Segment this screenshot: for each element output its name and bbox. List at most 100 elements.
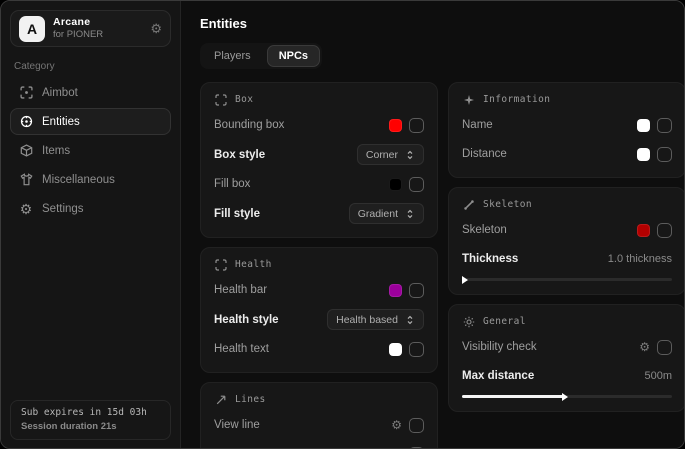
- option-label: Box style: [214, 149, 265, 161]
- checkbox[interactable]: [409, 283, 424, 298]
- sidebar: A Arcane for PIONER ⚙ Category Aimbot: [1, 1, 181, 448]
- option-row-fill-box: Fill box: [214, 174, 424, 194]
- option-label: View line: [214, 419, 260, 431]
- sub-expiry-text: Sub expires in 15d 03h: [21, 407, 160, 418]
- dropdown-value: Gradient: [358, 208, 398, 220]
- slider-thumb[interactable]: [462, 276, 468, 284]
- checkbox[interactable]: [657, 340, 672, 355]
- sidebar-item-label: Items: [42, 145, 70, 157]
- option-row-health-style: Health style Health based: [214, 309, 424, 330]
- color-swatch[interactable]: [637, 224, 650, 237]
- sidebar-nav: Aimbot Entities: [10, 79, 171, 222]
- brackets-icon: [214, 258, 227, 271]
- checkbox[interactable]: [657, 118, 672, 133]
- card-title: Lines: [235, 394, 266, 405]
- category-label: Category: [14, 61, 167, 72]
- checkbox[interactable]: [657, 147, 672, 162]
- sidebar-item-aimbot[interactable]: Aimbot: [10, 79, 171, 106]
- option-row-health-text: Health text: [214, 339, 424, 359]
- option-label: Health text: [214, 343, 269, 355]
- card-title: Skeleton: [483, 199, 532, 210]
- color-swatch[interactable]: [389, 284, 402, 297]
- shirt-icon: [19, 173, 33, 187]
- option-label: Health style: [214, 314, 279, 326]
- sun-icon: [462, 315, 475, 328]
- option-row-fill-style: Fill style Gradient: [214, 203, 424, 224]
- color-swatch[interactable]: [389, 343, 402, 356]
- option-row-thickness: Thickness 1.0 thickness: [462, 249, 672, 269]
- option-label: Fill style: [214, 208, 260, 220]
- gear-icon[interactable]: ⚙: [639, 341, 650, 353]
- card-information: Information Name Distance: [448, 82, 685, 178]
- thickness-value: 1.0 thickness: [608, 253, 672, 265]
- subscription-card: Sub expires in 15d 03h Session duration …: [10, 400, 171, 440]
- health-style-dropdown[interactable]: Health based: [327, 309, 424, 330]
- option-row-skeleton: Skeleton: [462, 220, 672, 240]
- brackets-icon: [214, 93, 227, 106]
- sidebar-item-entities[interactable]: Entities: [10, 108, 171, 135]
- dropdown-value: Health based: [336, 314, 398, 326]
- option-row-box-style: Box style Corner: [214, 144, 424, 165]
- crosshair-icon: [19, 86, 33, 100]
- app-header-card: A Arcane for PIONER ⚙: [10, 10, 171, 47]
- checkbox[interactable]: [657, 223, 672, 238]
- sidebar-item-settings[interactable]: ⚙ Settings: [10, 195, 171, 222]
- color-swatch[interactable]: [389, 119, 402, 132]
- option-label: Skeleton: [462, 224, 507, 236]
- unfold-icon: [405, 209, 415, 219]
- checkbox[interactable]: [409, 177, 424, 192]
- diagonal-line-icon: [214, 393, 227, 406]
- color-swatch[interactable]: [637, 119, 650, 132]
- thickness-slider[interactable]: [462, 278, 672, 281]
- sidebar-item-label: Settings: [42, 203, 84, 215]
- option-label: Name: [462, 119, 493, 131]
- app-meta: Arcane for PIONER: [53, 16, 150, 41]
- dropdown-value: Corner: [366, 149, 398, 161]
- color-swatch[interactable]: [389, 178, 402, 191]
- option-label: Visibility check: [462, 341, 537, 353]
- unfold-icon: [405, 315, 415, 325]
- option-label: Thickness: [462, 253, 518, 265]
- card-general: General Visibility check ⚙ Max distance …: [448, 304, 685, 412]
- tab-npcs[interactable]: NPCs: [267, 45, 320, 67]
- gear-icon[interactable]: ⚙: [150, 21, 162, 37]
- tab-players[interactable]: Players: [202, 45, 263, 67]
- card-title: Box: [235, 94, 253, 105]
- app-window: A Arcane for PIONER ⚙ Category Aimbot: [0, 0, 685, 449]
- option-label: Health bar: [214, 284, 267, 296]
- checkbox[interactable]: [409, 118, 424, 133]
- checkbox[interactable]: [409, 342, 424, 357]
- package-icon: [19, 144, 33, 158]
- option-row-visibility-check: Visibility check ⚙: [462, 337, 672, 357]
- sidebar-item-label: Miscellaneous: [42, 174, 115, 186]
- option-label: Fill box: [214, 178, 250, 190]
- sidebar-item-miscellaneous[interactable]: Miscellaneous: [10, 166, 171, 193]
- gear-icon[interactable]: ⚙: [391, 419, 402, 431]
- sidebar-item-label: Entities: [42, 116, 80, 128]
- fill-style-dropdown[interactable]: Gradient: [349, 203, 424, 224]
- page-title: Entities: [200, 16, 685, 31]
- option-label: Max distance: [462, 370, 534, 382]
- settings-gear-icon: ⚙: [19, 202, 33, 216]
- card-title: General: [483, 316, 526, 327]
- session-duration-text: Session duration 21s: [21, 421, 160, 432]
- app-logo: A: [19, 16, 45, 42]
- option-row-max-distance: Max distance 500m: [462, 366, 672, 386]
- bone-icon: [462, 198, 475, 211]
- tab-bar: Players NPCs: [200, 43, 322, 69]
- option-label: Distance: [462, 148, 507, 160]
- app-name: Arcane: [53, 16, 150, 29]
- card-lines: Lines View line ⚙ Line to enemy ⚙: [200, 382, 438, 449]
- app-subtitle: for PIONER: [53, 29, 150, 41]
- option-row-health-bar: Health bar: [214, 280, 424, 300]
- slider-thumb[interactable]: [562, 393, 568, 401]
- sidebar-item-items[interactable]: Items: [10, 137, 171, 164]
- color-swatch[interactable]: [637, 148, 650, 161]
- card-skeleton: Skeleton Skeleton Thickness 1.0 thicknes…: [448, 187, 685, 295]
- card-health: Health Health bar Health style Health ba…: [200, 247, 438, 373]
- card-title: Health: [235, 259, 272, 270]
- checkbox[interactable]: [409, 418, 424, 433]
- main-panel: Entities Players NPCs Box: [181, 1, 685, 448]
- box-style-dropdown[interactable]: Corner: [357, 144, 424, 165]
- max-distance-slider[interactable]: [462, 395, 672, 398]
